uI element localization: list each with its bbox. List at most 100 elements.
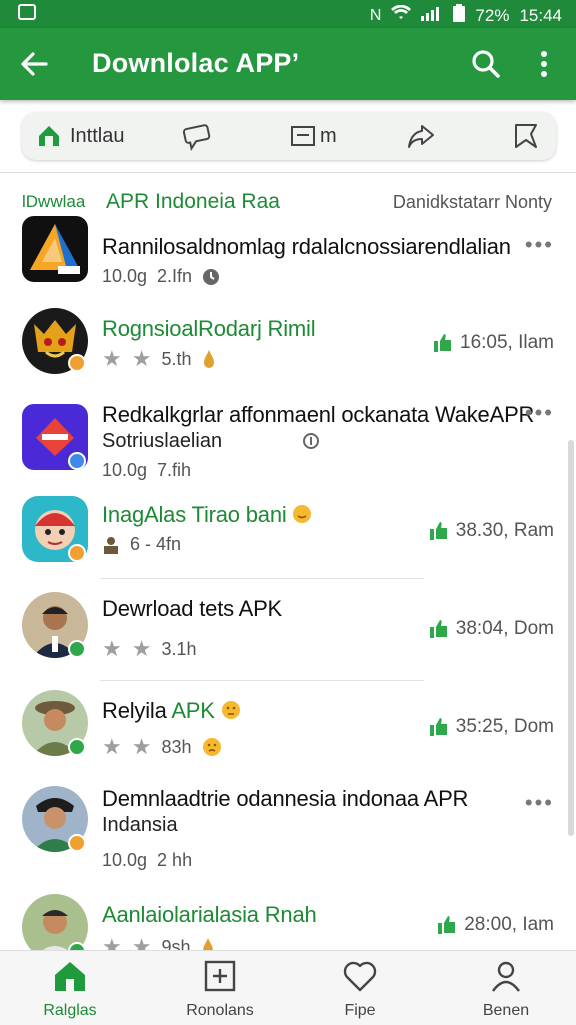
list-item[interactable]: RognsioalRodarj Rimil ★ ★ 5.th 16:05, Il… (0, 308, 576, 384)
item-duration: 3.1h (161, 638, 197, 659)
item-meta: 6 - 4fn (102, 534, 181, 555)
bookmark-icon (515, 124, 537, 148)
star-icon: ★ (131, 636, 152, 661)
nav-profile[interactable]: Benen (446, 959, 566, 1020)
divider (0, 172, 576, 173)
battery-icon (453, 4, 466, 27)
item-title: Relyila APK (102, 698, 241, 724)
list-item[interactable]: Dewrload tets APK ★ ★ 3.1h 38:04, Dom (0, 592, 576, 672)
nav-home-label: Ralglas (43, 1002, 97, 1019)
status-badge (68, 834, 86, 852)
section-title: APR Indoneia Raa (106, 190, 280, 213)
home-icon (55, 962, 85, 991)
item-title: InagAlas Tirao bani (102, 502, 312, 528)
item-title: Rannilosaldnomlag rdalalcnossiarendlalia… (102, 234, 511, 259)
back-button[interactable] (16, 46, 52, 82)
nav-apps[interactable]: Ronolans (160, 959, 280, 1020)
thumbs-up-icon (429, 718, 447, 736)
filter-install[interactable]: Inttlau (36, 120, 124, 152)
nav-profile-label: Benen (482, 1002, 530, 1019)
item-duration: 5.th (161, 348, 192, 369)
filter-bookmark[interactable] (512, 120, 540, 152)
list-item[interactable]: Aanlaiolarialasia Rnah ★ ★ 9sh 28:00, Ia… (0, 892, 576, 960)
item-size: 10.0g (102, 850, 148, 870)
list-item[interactable]: Demnlaadtrie odannesia indonaa APR Indan… (0, 784, 576, 884)
list-item[interactable]: InagAlas Tirao bani 6 - 4fn 38.30, Ram (0, 496, 576, 576)
item-duration: 2.Ifn (157, 266, 193, 286)
arrow-left-icon (21, 52, 48, 76)
wifi-icon (391, 4, 412, 26)
star-icon: ★ (131, 734, 152, 759)
filter-bar: Inttlau m (22, 112, 556, 160)
item-title-text: InagAlas Tirao bani (102, 502, 287, 527)
item-more-button[interactable]: ••• (525, 400, 554, 426)
nav-apps-label: Ronolans (186, 1002, 254, 1019)
emoji-icon (202, 738, 221, 756)
item-title: RognsioalRodarj Rimil (102, 316, 316, 341)
battery-percent: 72% (475, 5, 510, 25)
item-title: Demnlaadtrie odannesia indonaa APR (102, 786, 469, 811)
user-icon (104, 536, 118, 554)
install-icon (39, 126, 59, 146)
status-badge (68, 738, 86, 756)
divider (100, 680, 424, 681)
list-item[interactable]: Relyila APK ★ ★ 83h 35:25, Dom (0, 690, 576, 770)
list-item[interactable]: Redkalkgrlar affonmaenl ockanata WakeAPR… (0, 400, 576, 486)
page-title: Downlolac APP’ (92, 48, 300, 78)
filter-chat[interactable] (182, 120, 212, 152)
share-arrow-icon (408, 125, 434, 148)
item-duration: 7.fih (157, 460, 192, 480)
filter-list[interactable]: m (290, 120, 337, 152)
item-time: 28:00, Iam (438, 914, 554, 936)
filter-share[interactable] (406, 120, 436, 152)
item-time: 35:25, Dom (429, 716, 554, 738)
search-icon (472, 50, 500, 78)
signal-icon (421, 5, 443, 26)
item-title-text: Relyila (102, 698, 167, 723)
item-meta: 10.0g 2.Ifn (102, 266, 220, 287)
section-filter-link[interactable]: Danidkstatarr Nonty (393, 192, 552, 213)
item-time-text: 38.30, Ram (455, 520, 554, 541)
nav-home[interactable]: Ralglas (10, 959, 130, 1020)
list-icon (291, 126, 315, 146)
item-time: 38:04, Dom (429, 618, 554, 640)
nav-favorites-label: Fipe (344, 1002, 376, 1019)
filter-install-label: Inttlau (70, 124, 125, 147)
info-icon (303, 433, 319, 449)
item-title: Redkalkgrlar affonmaenl ockanata WakeAPR (102, 402, 535, 427)
apps-icon (204, 960, 236, 992)
emoji-icon (221, 701, 240, 719)
chat-bubble-icon (182, 124, 211, 151)
item-meta: 10.0g 2 hh (102, 850, 192, 871)
app-bar: Downlolac APP’ (0, 28, 576, 100)
thumbs-up-icon (429, 522, 447, 540)
star-icon: ★ (102, 734, 122, 759)
thumbs-up-icon (429, 620, 447, 638)
section-label: lDwwlaa (22, 192, 86, 211)
more-options-button[interactable] (528, 44, 560, 84)
item-duration: 6 - 4fn (130, 534, 182, 554)
item-more-button[interactable]: ••• (525, 790, 554, 816)
list-item[interactable]: Rannilosaldnomlag rdalalcnossiarendlalia… (0, 212, 576, 302)
star-icon: ★ (102, 346, 122, 371)
nav-favorites[interactable]: Fipe (300, 959, 420, 1020)
item-duration: 83h (161, 736, 192, 757)
item-subtitle: Indansia (102, 814, 178, 836)
item-more-button[interactable]: ••• (525, 232, 554, 258)
search-button[interactable] (466, 44, 506, 84)
bottom-navigation: Ralglas Ronolans Fipe Benen (0, 950, 576, 1025)
clock-icon (203, 268, 220, 285)
thumbs-up-icon (434, 334, 451, 352)
emoji-icon (293, 505, 312, 523)
item-title: Dewrload tets APK (102, 596, 283, 621)
item-duration: 2 hh (157, 850, 193, 870)
status-badge (68, 640, 86, 658)
star-icon: ★ (102, 636, 122, 661)
item-time-text: 28:00, Iam (464, 914, 554, 935)
scrollbar[interactable] (568, 440, 574, 836)
item-size: 10.0g (102, 460, 148, 480)
item-title: Aanlaiolarialasia Rnah (102, 902, 317, 927)
item-size: 10.0g (102, 266, 148, 286)
item-meta: 10.0g 7.fih (102, 460, 191, 481)
item-meta: ★ ★ 83h (102, 734, 222, 760)
